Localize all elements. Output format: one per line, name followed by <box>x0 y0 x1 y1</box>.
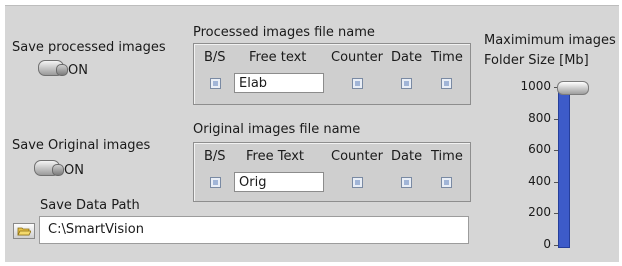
col-counter: Counter <box>331 149 383 164</box>
save-processed-state: ON <box>68 63 88 78</box>
save-processed-label: Save processed images <box>12 40 166 55</box>
col-time: Time <box>431 50 463 65</box>
processed-file-name-title: Processed images file name <box>193 25 375 40</box>
original-file-name-group: B/S Free Text Counter Date Time Orig <box>193 142 471 202</box>
col-free-text: Free text <box>249 50 307 65</box>
date-checkbox[interactable] <box>401 177 412 188</box>
browse-folder-button[interactable] <box>13 223 35 239</box>
col-bs: B/S <box>204 50 226 65</box>
original-free-text-input[interactable]: Orig <box>234 172 324 192</box>
scale-tick-label: 800 <box>528 110 551 125</box>
date-checkbox[interactable] <box>401 78 412 89</box>
col-free-text: Free Text <box>246 149 305 164</box>
processed-free-text-input[interactable]: Elab <box>234 73 324 93</box>
folder-size-slider-thumb[interactable] <box>557 81 589 95</box>
scale-tick-label: 600 <box>528 142 551 157</box>
scale-tick-label: 200 <box>528 205 551 220</box>
toggle-lever-icon <box>52 164 64 176</box>
folder-size-label-line1: Maximimum images <box>484 33 616 48</box>
original-file-name-title: Original images file name <box>193 122 361 137</box>
folder-open-icon <box>17 227 31 236</box>
bs-checkbox[interactable] <box>210 78 221 89</box>
col-time: Time <box>431 149 463 164</box>
time-checkbox[interactable] <box>441 177 452 188</box>
save-data-path-input[interactable]: C:\SmartVision <box>39 216 469 244</box>
scale-tick-label: 1000 <box>520 79 551 93</box>
col-date: Date <box>391 149 423 164</box>
save-original-toggle[interactable]: ON <box>30 160 90 182</box>
folder-size-slider-track[interactable] <box>558 88 570 248</box>
save-data-path-label: Save Data Path <box>40 198 140 213</box>
processed-file-name-group: B/S Free text Counter Date Time Elab <box>193 43 471 105</box>
scale-tick-label: 0 <box>543 237 551 251</box>
save-processed-toggle[interactable]: ON <box>34 60 94 82</box>
counter-checkbox[interactable] <box>352 177 363 188</box>
col-date: Date <box>391 50 423 65</box>
toggle-lever-icon <box>56 64 68 76</box>
counter-checkbox[interactable] <box>352 78 363 89</box>
scale-tick-label: 400 <box>528 173 551 188</box>
folder-size-label-line2: Folder Size [Mb] <box>484 53 589 68</box>
bs-checkbox[interactable] <box>210 177 221 188</box>
save-original-state: ON <box>64 163 84 178</box>
time-checkbox[interactable] <box>441 78 452 89</box>
save-original-label: Save Original images <box>12 138 151 153</box>
col-counter: Counter <box>331 50 383 65</box>
col-bs: B/S <box>204 149 226 164</box>
